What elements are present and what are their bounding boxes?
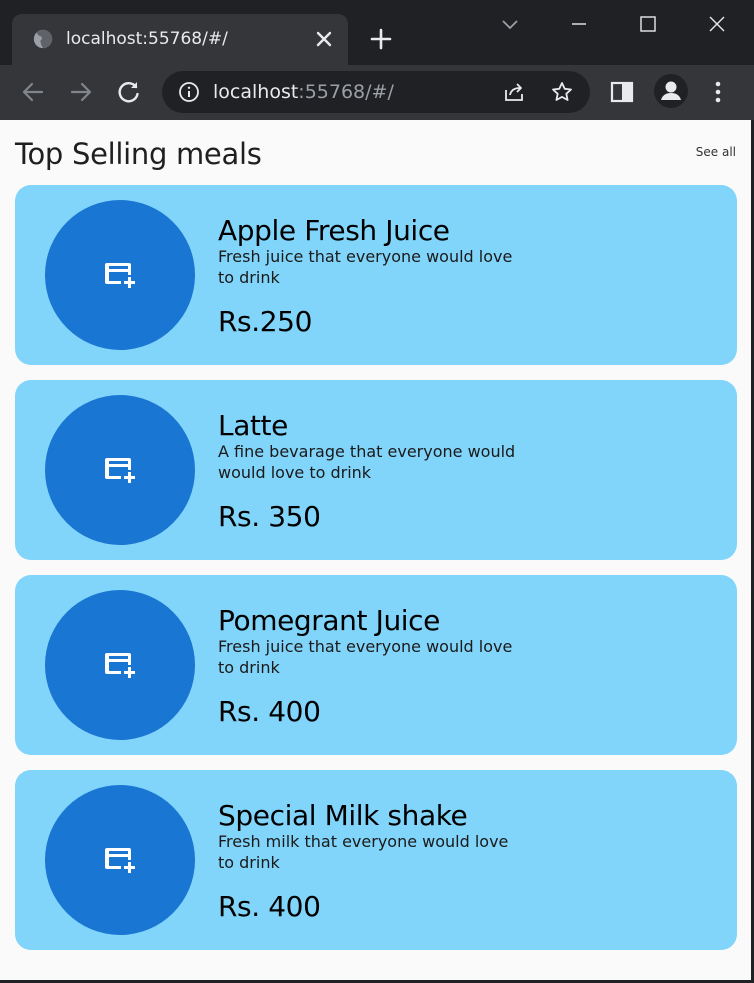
close-window-icon[interactable]: [705, 12, 729, 36]
back-arrow-icon[interactable]: [20, 79, 46, 105]
tab-strip: localhost:55768/#/: [0, 0, 754, 65]
meal-name: Pomegrant Juice: [218, 604, 440, 637]
site-info-icon[interactable]: [178, 81, 200, 103]
url-path: :55768/#/: [298, 81, 394, 103]
url-host: localhost: [213, 81, 299, 103]
new-tab-icon[interactable]: [368, 26, 394, 52]
meal-card[interactable]: Pomegrant Juice Fresh juice that everyon…: [15, 575, 737, 755]
meal-description: Fresh milk that everyone would love to d…: [218, 832, 509, 872]
profile-avatar[interactable]: [654, 74, 688, 108]
meal-name: Apple Fresh Juice: [218, 214, 450, 247]
browser-window: localhost:55768/#/ localhost:55768/#/ To…: [0, 0, 754, 983]
meal-name: Latte: [218, 409, 288, 442]
person-icon: [661, 81, 681, 100]
credit-card-add-icon: [105, 458, 135, 483]
minimize-icon[interactable]: [567, 12, 591, 36]
page-title: Top Selling meals: [15, 137, 262, 171]
meal-avatar: [45, 200, 195, 350]
meal-description: Fresh juice that everyone would love to …: [218, 247, 513, 287]
browser-tab[interactable]: localhost:55768/#/: [12, 14, 348, 65]
meal-card[interactable]: Apple Fresh Juice Fresh juice that every…: [15, 185, 737, 365]
page-viewport: Top Selling meals See all Apple Fresh Ju…: [0, 120, 751, 980]
maximize-icon[interactable]: [636, 12, 660, 36]
globe-icon: [33, 29, 53, 49]
bookmark-star-icon[interactable]: [550, 80, 574, 104]
close-tab-icon[interactable]: [312, 27, 336, 51]
forward-arrow-icon[interactable]: [68, 79, 94, 105]
tab-search-chevron-icon[interactable]: [498, 12, 522, 36]
meal-avatar: [45, 590, 195, 740]
meal-price: Rs. 350: [218, 500, 321, 533]
more-menu-icon[interactable]: [705, 79, 731, 105]
meal-price: Rs. 400: [218, 695, 321, 728]
see-all-link[interactable]: See all: [696, 144, 736, 160]
credit-card-add-icon: [105, 653, 135, 678]
meal-avatar: [45, 785, 195, 935]
credit-card-add-icon: [105, 848, 135, 873]
share-icon[interactable]: [502, 80, 526, 104]
tab-title: localhost:55768/#/: [66, 29, 228, 49]
meal-price: Rs.250: [218, 305, 312, 338]
meal-description: Fresh juice that everyone would love to …: [218, 637, 513, 677]
meal-card[interactable]: Latte A fine bevarage that everyone woul…: [15, 380, 737, 560]
url-text[interactable]: localhost:55768/#/: [213, 80, 394, 104]
browser-toolbar: localhost:55768/#/: [0, 65, 754, 120]
reload-icon[interactable]: [116, 79, 142, 105]
meal-name: Special Milk shake: [218, 799, 468, 832]
meal-description: A fine bevarage that everyone would woul…: [218, 442, 516, 482]
meal-card[interactable]: Special Milk shake Fresh milk that every…: [15, 770, 737, 950]
meal-price: Rs. 400: [218, 890, 321, 923]
credit-card-add-icon: [105, 263, 135, 288]
side-panel-icon[interactable]: [609, 79, 635, 105]
address-bar[interactable]: localhost:55768/#/: [162, 71, 590, 113]
meal-avatar: [45, 395, 195, 545]
